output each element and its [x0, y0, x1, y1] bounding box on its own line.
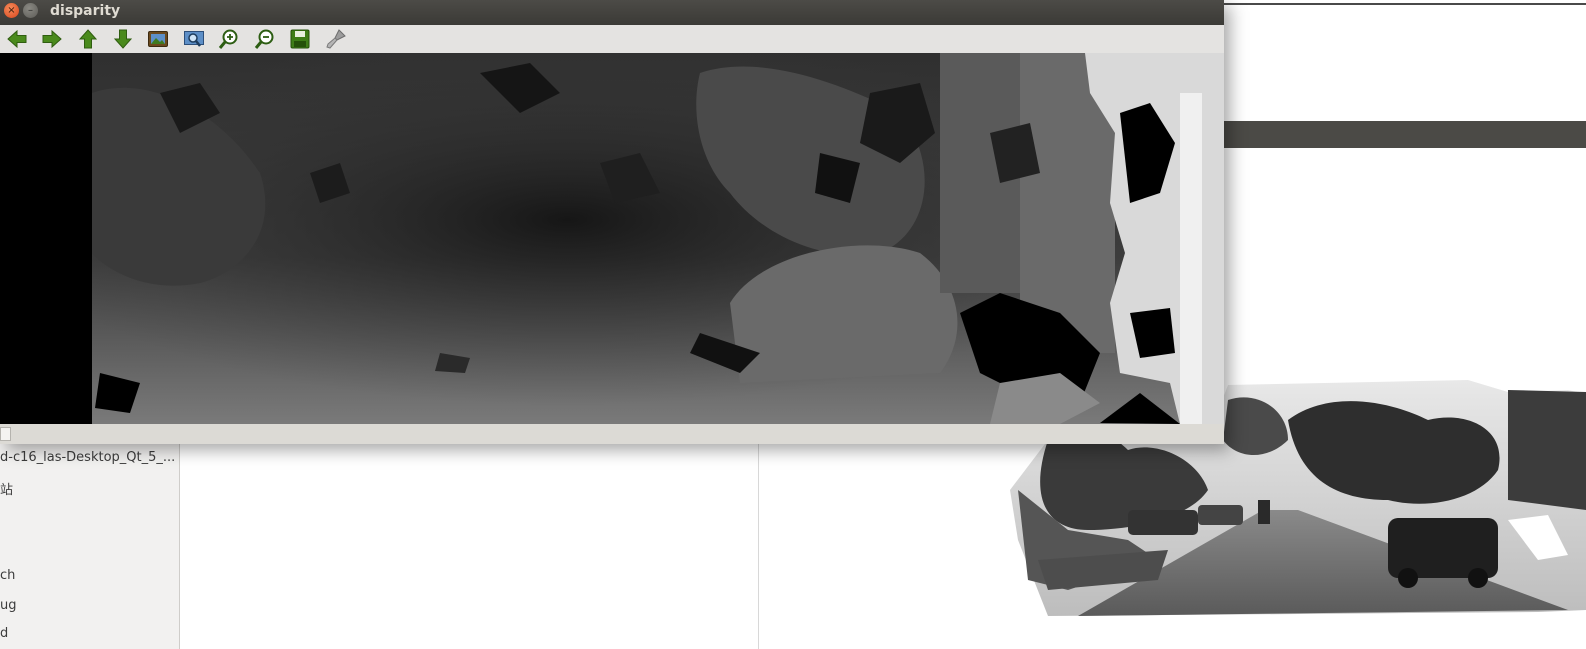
pan-left-button[interactable] — [4, 27, 30, 51]
zoom-fit-button[interactable] — [145, 27, 171, 51]
disparity-window: × – disparity — [0, 0, 1224, 444]
tree-item-ch[interactable]: ch — [0, 568, 15, 583]
pan-right-button[interactable] — [39, 27, 65, 51]
arrow-right-icon — [42, 29, 62, 49]
file-tree-panel: d-c16_las-Desktop_Qt_5_... 站 ch ug d — [0, 444, 180, 649]
zoom-in-button[interactable] — [216, 27, 242, 51]
image-toolbar — [0, 25, 1224, 54]
disparity-image-view[interactable] — [0, 53, 1224, 424]
save-button[interactable] — [287, 27, 313, 51]
tree-item-ug[interactable]: ug — [0, 598, 17, 613]
zoom-in-icon — [218, 29, 238, 49]
window-titlebar[interactable]: × – disparity — [0, 0, 1224, 25]
window-title: disparity — [50, 3, 121, 19]
project-tree-item[interactable]: d-c16_las-Desktop_Qt_5_... — [0, 450, 175, 465]
pan-up-button[interactable] — [75, 27, 101, 51]
tree-item-d[interactable]: d — [0, 626, 8, 641]
arrow-down-icon — [113, 29, 133, 49]
properties-button[interactable] — [323, 27, 349, 51]
zoom-out-button[interactable] — [252, 27, 278, 51]
arrow-up-icon — [78, 29, 98, 49]
background-window-titlebar[interactable] — [1224, 121, 1586, 148]
status-bar — [0, 424, 1224, 444]
pan-down-button[interactable] — [110, 27, 136, 51]
minimize-button[interactable]: – — [23, 3, 38, 18]
zoom-region-button[interactable] — [181, 27, 207, 51]
disparity-map-image — [0, 53, 1224, 424]
zoom-out-icon — [254, 29, 274, 49]
save-icon — [290, 29, 310, 49]
site-tree-item[interactable]: 站 — [0, 479, 13, 498]
zoom-region-icon — [184, 31, 204, 47]
arrow-left-icon — [7, 29, 27, 49]
close-button[interactable]: × — [4, 3, 19, 18]
image-icon — [148, 31, 168, 47]
brush-icon — [326, 29, 346, 49]
status-field — [0, 427, 11, 441]
editor-panel — [184, 444, 759, 649]
